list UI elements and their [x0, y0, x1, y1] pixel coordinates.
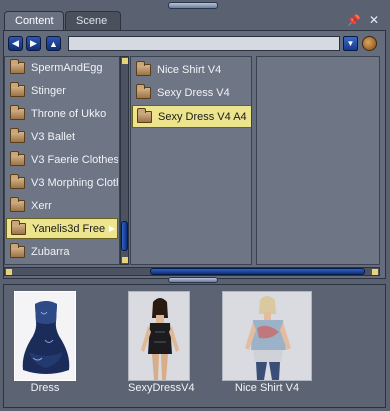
folder-icon: [10, 242, 25, 258]
toolbar: ◀ ▶ ▲ ▼: [6, 36, 380, 52]
pin-icon[interactable]: 📌: [347, 12, 361, 28]
folder-list: SpermAndEgg Stinger Throne of Ukko V3 Ba…: [4, 56, 120, 265]
folder-icon: [137, 107, 152, 123]
back-arrow-icon[interactable]: ◀: [8, 36, 23, 51]
thumbnail-item[interactable]: SexyDressV4: [128, 291, 195, 394]
thumbnail-item[interactable]: Dress: [14, 291, 76, 394]
folder-label: Stinger: [31, 84, 66, 97]
sexy-dress-thumbnail-image: [128, 291, 190, 381]
folder-item[interactable]: Xerr: [6, 195, 118, 216]
folder-item[interactable]: V3 Morphing Clothes: [6, 172, 118, 193]
scroll-thumb[interactable]: [121, 221, 128, 251]
tab-scene[interactable]: Scene: [65, 11, 121, 30]
subfolder-item[interactable]: Sexy Dress V4: [132, 82, 251, 103]
horizontal-scrollbar[interactable]: [4, 267, 380, 276]
folder-label: V3 Morphing Clothes: [31, 176, 118, 189]
folder-label: SpermAndEgg: [31, 61, 103, 74]
folder-label: V3 Ballet: [31, 130, 76, 143]
scroll-right-button[interactable]: [372, 269, 378, 275]
thumbnail-label: Nice Shirt V4: [234, 382, 300, 394]
folder-icon: [136, 60, 151, 76]
path-field[interactable]: [68, 36, 340, 51]
folder-label: Throne of Ukko: [31, 107, 107, 120]
folder-icon: [10, 127, 25, 143]
folder-icon: [10, 173, 25, 189]
nice-shirt-thumbnail-image: [222, 291, 312, 381]
scroll-down-button[interactable]: [122, 257, 128, 263]
options-icon[interactable]: [362, 36, 377, 51]
thumbnail-item[interactable]: Nice Shirt V4: [222, 291, 312, 394]
splitter-grip[interactable]: [168, 277, 218, 283]
scroll-up-button[interactable]: [122, 58, 128, 64]
subfolder-label: Sexy Dress V4: [157, 86, 230, 99]
folder-label: Zubarra: [31, 245, 70, 258]
folder-label: Xerr: [31, 199, 52, 212]
folder-icon: [10, 58, 25, 74]
subfolder-list: Nice Shirt V4 Sexy Dress V4 Sexy Dress V…: [130, 56, 252, 265]
scroll-thumb[interactable]: [150, 268, 365, 275]
dropdown-arrow-icon[interactable]: ▼: [343, 36, 358, 51]
folder-icon: [136, 83, 151, 99]
subfolder-item[interactable]: Nice Shirt V4: [132, 59, 251, 80]
folder-label: V3 Faerie Clothes: [31, 153, 118, 166]
subfolder-item-selected[interactable]: Sexy Dress V4 A4: [132, 105, 251, 128]
thumbnail-label: SexyDressV4: [128, 382, 195, 394]
folder-icon: [10, 104, 25, 120]
thumbnail-label: Dress: [30, 382, 60, 394]
folder-item[interactable]: V3 Ballet: [6, 126, 118, 147]
folder-icon: [11, 219, 26, 235]
up-folder-icon[interactable]: ▲: [46, 36, 61, 51]
folder-item[interactable]: Throne of Ukko: [6, 103, 118, 124]
top-panel-grip[interactable]: [168, 2, 218, 9]
folder-icon: [10, 150, 25, 166]
expand-arrow-icon: ▶: [108, 224, 115, 233]
dress-thumbnail-image: [14, 291, 76, 381]
thumbnail-area: Dress SexyDressV4 Nice Shirt V4: [3, 284, 386, 408]
tab-content[interactable]: Content: [4, 11, 64, 31]
folder-item[interactable]: V3 Faerie Clothes: [6, 149, 118, 170]
close-icon[interactable]: ✕: [367, 12, 381, 28]
tab-bar: Content Scene: [4, 11, 386, 31]
folder-item[interactable]: Stinger: [6, 80, 118, 101]
folder-label: Yanelis3d Free: [32, 222, 106, 235]
folder-item-selected[interactable]: Yanelis3d Free ▶: [6, 218, 118, 239]
scroll-left-button[interactable]: [6, 269, 12, 275]
folder-item[interactable]: Zubarra: [6, 241, 118, 262]
subfolder-label: Nice Shirt V4: [157, 63, 222, 76]
subfolder-label: Sexy Dress V4 A4: [158, 110, 247, 123]
forward-arrow-icon[interactable]: ▶: [26, 36, 41, 51]
folder-list-scrollbar[interactable]: [120, 56, 129, 265]
folder-item[interactable]: SpermAndEgg: [6, 57, 118, 78]
folder-icon: [10, 196, 25, 212]
folder-icon: [10, 81, 25, 97]
contents-column: [256, 56, 380, 265]
